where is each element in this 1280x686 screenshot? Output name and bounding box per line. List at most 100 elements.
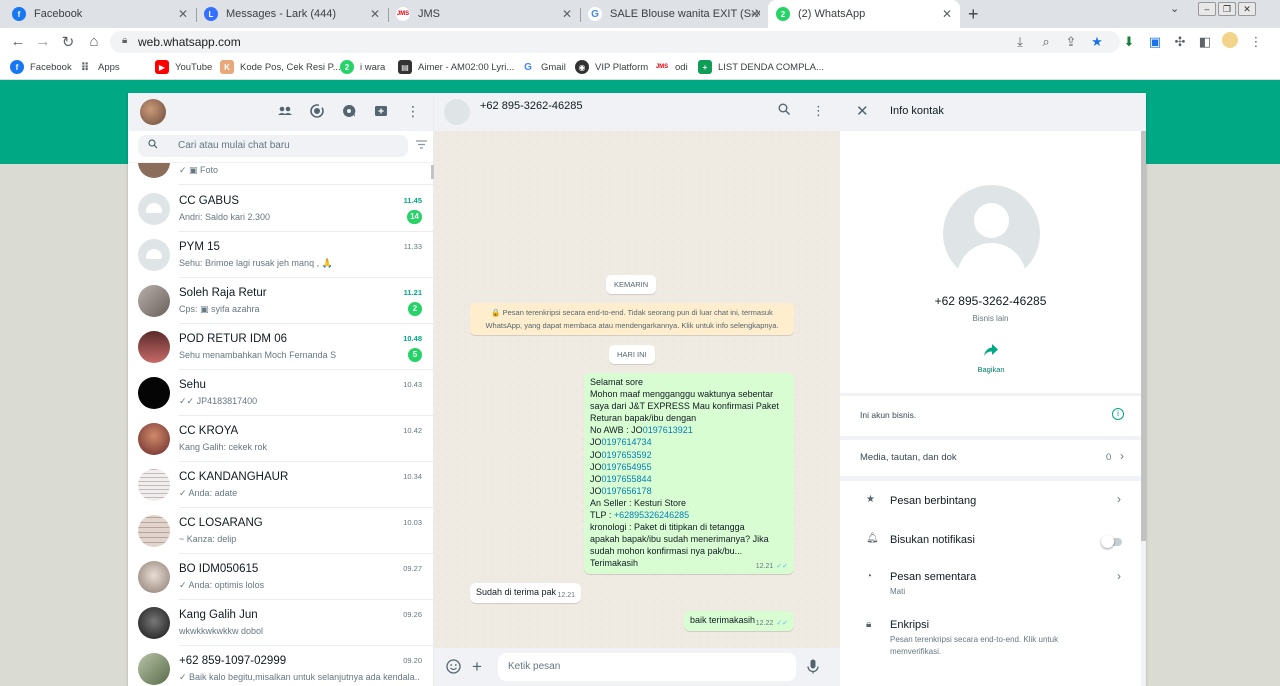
outgoing-message[interactable]: baik terimakasih 12.22 ✓✓ — [684, 611, 794, 631]
share-page-icon[interactable]: ⇪ — [1063, 34, 1079, 50]
bookmark-item[interactable]: ▤ Aimer - AM02:00 Lyri... — [398, 60, 514, 74]
close-tab-icon[interactable]: ✕ — [562, 7, 572, 21]
tab-facebook[interactable]: f Facebook ✕ — [4, 0, 196, 28]
microphone-icon[interactable] — [807, 659, 819, 677]
new-chat-icon[interactable] — [372, 103, 390, 121]
close-tab-icon[interactable]: ✕ — [370, 7, 380, 21]
chat-list-item[interactable]: ✓ ▣ Foto — [128, 163, 434, 185]
address-bar[interactable]: 🔒︎ web.whatsapp.com — [110, 31, 1120, 53]
menu-icon[interactable]: ⋮ — [404, 103, 422, 121]
unread-badge: 5 — [408, 348, 422, 362]
lark-icon: L — [204, 7, 218, 21]
info-icon[interactable]: i — [1112, 408, 1124, 420]
starred-messages-row[interactable]: ★ Pesan berbintang › — [840, 481, 1141, 523]
chat-list-item[interactable]: PYM 15 Sehu: Brimoe lagi rusak jeh manq … — [128, 232, 434, 278]
bookmark-star-icon[interactable]: ★ — [1089, 34, 1105, 50]
save-extension-icon[interactable]: ▣ — [1147, 34, 1163, 50]
attach-plus-icon[interactable]: + — [472, 657, 482, 677]
unread-badge: 2 — [408, 302, 422, 316]
default-group-avatar — [138, 193, 170, 225]
close-window-button[interactable]: ✕ — [1238, 2, 1256, 16]
side-panel-icon[interactable]: ◧ — [1197, 34, 1213, 50]
download-extension-icon[interactable]: ⬇ — [1121, 34, 1137, 50]
menu-kebab-icon[interactable]: ⋮ — [1248, 34, 1264, 50]
close-tab-icon[interactable]: ✕ — [750, 7, 760, 21]
date-chip-today: HARI INI — [609, 345, 655, 364]
chat-list-item[interactable]: Kang Galih Jun wkwkkwkwkkw dobol 09.26 — [128, 600, 434, 646]
tab-whatsapp[interactable]: 2 (2) WhatsApp ✕ — [768, 0, 960, 28]
forward-arrow-icon[interactable]: → — [33, 33, 53, 50]
chat-list-item[interactable]: CC KANDANGHAUR ✓ Anda: adate 10.34 — [128, 462, 434, 508]
avatar — [138, 561, 170, 593]
close-tab-icon[interactable]: ✕ — [942, 7, 952, 21]
phone-link[interactable]: 0197655844 — [602, 474, 652, 484]
info-scrollbar[interactable] — [1141, 131, 1146, 541]
mute-notifications-row[interactable]: 🔔︎ Bisukan notifikasi — [840, 523, 1141, 559]
chat-list-item[interactable]: BO IDM050615 ✓ Anda: optimis lolos 09.27 — [128, 554, 434, 600]
tab-search-icon[interactable]: ⌄ — [1170, 2, 1179, 15]
chat-list-item[interactable]: CC LOSARANG ~ Kanza: delip 10.03 — [128, 508, 434, 554]
phone-link[interactable]: 0197654955 — [602, 462, 652, 472]
channels-icon[interactable] — [340, 103, 358, 121]
phone-link[interactable]: +62895326246285 — [614, 510, 689, 520]
message-input[interactable]: Ketik pesan — [498, 653, 796, 681]
status-icon[interactable] — [308, 103, 326, 121]
chat-list-item[interactable]: CC GABUS Andri: Saldo kari 2.300 11.45 1… — [128, 186, 434, 232]
chat-list-item[interactable]: CC KROYA Kang Galih: cekek rok 10.42 — [128, 416, 434, 462]
profile-avatar-icon[interactable] — [1222, 32, 1238, 51]
bookmark-item[interactable]: ◉ VIP Platform — [575, 60, 648, 74]
phone-link[interactable]: 0197614734 — [602, 437, 652, 447]
tab-lark[interactable]: L Messages - Lark (444) ✕ — [196, 0, 388, 28]
encryption-notice[interactable]: 🔒 Pesan terenkripsi secara end-to-end. T… — [470, 303, 794, 335]
install-app-icon[interactable]: ⤓ — [1012, 34, 1028, 50]
menu-icon[interactable]: ⋮ — [812, 103, 825, 119]
search-icon[interactable] — [778, 103, 790, 118]
mute-toggle[interactable] — [1101, 535, 1122, 548]
disappearing-messages-row[interactable]: ◔ Pesan sementara Mati › — [840, 561, 1141, 603]
tab-jms[interactable]: JMS JMS ✕ — [388, 0, 580, 28]
zoom-icon[interactable]: ⌕ — [1038, 34, 1054, 50]
chat-list-item[interactable]: Soleh Raja Retur Cps: ▣ syifa azahra 11.… — [128, 278, 434, 324]
kodepos-icon: K — [220, 60, 234, 74]
chat-list-item[interactable]: Sehu ✓✓ JP4183817400 10.43 — [128, 370, 434, 416]
restore-button[interactable]: ❐ — [1218, 2, 1236, 16]
phone-link[interactable]: 0197653592 — [602, 450, 652, 460]
share-button[interactable]: Bagikan — [970, 343, 1012, 374]
avatar — [138, 653, 170, 685]
chat-list-item[interactable]: POD RETUR IDM 06 Sehu menambahkan Moch F… — [128, 324, 434, 370]
back-arrow-icon[interactable]: ← — [8, 33, 28, 50]
phone-link[interactable]: 0197613921 — [643, 425, 693, 435]
home-icon[interactable]: ⌂ — [84, 33, 104, 50]
media-links-docs-row[interactable]: Media, tautan, dan dok 0 › — [840, 440, 1141, 476]
minimize-button[interactable]: – — [1198, 2, 1216, 16]
close-tab-icon[interactable]: ✕ — [178, 7, 188, 21]
search-input[interactable]: Cari atau mulai chat baru — [138, 135, 408, 157]
tab-shopping[interactable]: G SALE Blouse wanita EXIT (S-XXL),S ✕ — [580, 0, 768, 28]
filter-icon[interactable] — [416, 140, 427, 152]
emoji-icon[interactable] — [446, 659, 461, 677]
new-tab-button[interactable]: + — [968, 4, 979, 25]
bookmark-item[interactable]: ⠿ Apps — [78, 60, 120, 74]
conversation-header[interactable]: +62 895-3262-46285 ⋮ — [434, 93, 840, 131]
extensions-puzzle-icon[interactable]: ✣ — [1172, 34, 1188, 50]
communities-icon[interactable] — [276, 103, 294, 121]
outgoing-message[interactable]: Selamat sore Mohon maaf mengganggu waktu… — [584, 373, 794, 574]
browser-tab-bar: f Facebook ✕ L Messages - Lark (444) ✕ J… — [0, 0, 1280, 28]
my-avatar[interactable] — [140, 99, 166, 125]
bookmark-item[interactable]: K Kode Pos, Cek Resi P... — [220, 60, 341, 74]
contact-avatar[interactable] — [444, 99, 470, 125]
encryption-row[interactable]: 🔒︎ Enkripsi Pesan terenkripsi secara end… — [840, 609, 1141, 669]
bookmark-item[interactable]: ▶ YouTube — [155, 60, 212, 74]
phone-link[interactable]: 0197656178 — [602, 486, 652, 496]
bookmark-item[interactable]: f Facebook — [10, 60, 72, 74]
bookmark-item[interactable]: G Gmail — [521, 60, 566, 74]
bookmark-item[interactable]: 2i wara — [340, 60, 385, 74]
incoming-message[interactable]: Sudah di terima pak 12.21 — [470, 583, 581, 603]
contact-avatar-large[interactable] — [943, 185, 1040, 282]
chat-list-item[interactable]: +62 859-1097-02999 ✓ Baik kalo begitu,mi… — [128, 646, 434, 686]
bookmark-item[interactable]: JMS odi — [655, 60, 688, 74]
close-icon[interactable]: ✕ — [856, 102, 869, 120]
share-arrow-icon — [970, 343, 1012, 359]
bookmark-item[interactable]: + LIST DENDA COMPLA... — [698, 60, 824, 74]
reload-icon[interactable]: ↻ — [58, 33, 78, 51]
